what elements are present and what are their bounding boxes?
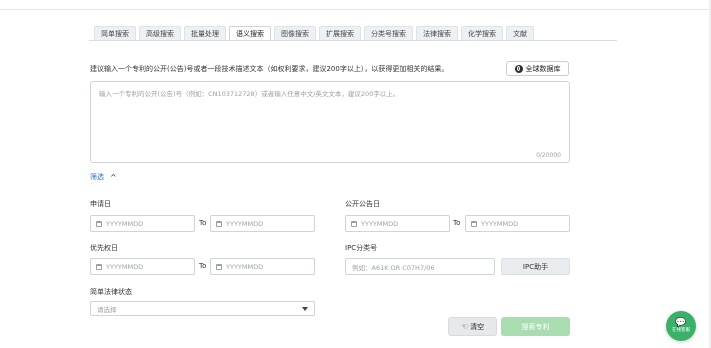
legal-status-label: 简单法律状态 xyxy=(90,288,132,296)
tab-classification-search[interactable]: 分类号搜索 xyxy=(364,26,413,40)
apply-date-to-input[interactable]: YYYYMMDD xyxy=(210,215,315,232)
semantic-query-textarea[interactable]: 输入一个专利的公开(公告)号（例如：CN103712728）或者输入任意中文/英… xyxy=(90,81,570,163)
pub-date-from-placeholder: YYYYMMDD xyxy=(361,219,399,228)
tab-chemical-search[interactable]: 化学搜索 xyxy=(461,26,503,40)
global-database-button[interactable]: 全球数据库 xyxy=(506,61,569,76)
chat-bubble-icon: 💬 xyxy=(675,317,687,328)
search-hint: 建议输入一个专利的公开(公告)号或者一段技术描述文本（如权利要求，建议200字以… xyxy=(90,65,449,73)
calendar-icon xyxy=(216,263,222,270)
pub-date-to-text: To xyxy=(453,219,461,227)
hand-cursor-icon: ☜ xyxy=(460,322,469,331)
priority-date-to-text: To xyxy=(199,262,207,270)
calendar-icon xyxy=(216,220,222,227)
legal-status-select[interactable]: 请选择 xyxy=(90,301,315,316)
char-counter: 0/20000 xyxy=(536,152,561,159)
clear-button-label: 清空 xyxy=(470,322,485,331)
clear-button[interactable]: ☜ 清空 xyxy=(448,317,497,336)
top-bar xyxy=(0,0,711,10)
tab-image-search[interactable]: 图像搜索 xyxy=(274,26,316,40)
online-service-button[interactable]: 💬 在线客服 xyxy=(666,311,696,341)
textarea-placeholder: 输入一个专利的公开(公告)号（例如：CN103712728）或者输入任意中文/英… xyxy=(99,90,400,98)
online-service-label: 在线客服 xyxy=(672,327,690,333)
calendar-icon xyxy=(471,220,477,227)
filter-label: 筛选 xyxy=(90,173,104,181)
priority-date-from-input[interactable]: YYYYMMDD xyxy=(90,258,195,275)
pub-date-to-placeholder: YYYYMMDD xyxy=(481,219,519,228)
tab-batch[interactable]: 批量处理 xyxy=(184,26,226,40)
ipc-label: IPC分类号 xyxy=(345,244,378,252)
chevron-up-icon: ^ xyxy=(110,172,117,182)
global-database-label: 全球数据库 xyxy=(525,64,561,73)
tab-literature[interactable]: 文献 xyxy=(506,26,534,40)
apply-date-from-input[interactable]: YYYYMMDD xyxy=(90,215,195,232)
tab-extended-search[interactable]: 扩展搜索 xyxy=(319,26,361,40)
globe-icon xyxy=(514,64,523,73)
pub-date-to-input[interactable]: YYYYMMDD xyxy=(465,215,570,232)
tab-legal-search[interactable]: 法律搜索 xyxy=(416,26,458,40)
priority-date-to-input[interactable]: YYYYMMDD xyxy=(210,258,315,275)
pub-date-from-input[interactable]: YYYYMMDD xyxy=(345,215,450,232)
pub-date-label: 公开公告日 xyxy=(345,200,380,208)
priority-date-to-placeholder: YYYYMMDD xyxy=(226,262,264,271)
ipc-input[interactable]: 例如：A61K OR C07H7/06 xyxy=(345,258,495,275)
legal-status-placeholder: 请选择 xyxy=(97,305,117,314)
priority-date-from-placeholder: YYYYMMDD xyxy=(106,262,144,271)
ipc-placeholder: 例如：A61K OR C07H7/06 xyxy=(352,263,435,272)
filter-toggle[interactable]: 筛选 ^ xyxy=(90,172,117,182)
priority-date-label: 优先权日 xyxy=(90,244,118,252)
apply-date-from-placeholder: YYYYMMDD xyxy=(106,219,144,228)
calendar-icon xyxy=(351,220,357,227)
ipc-helper-button[interactable]: IPC助手 xyxy=(501,258,570,275)
tab-simple-search[interactable]: 简单搜索 xyxy=(94,26,136,40)
calendar-icon xyxy=(96,263,102,270)
search-type-tabs: 简单搜索 高级搜索 批量处理 语义搜索 图像搜索 扩展搜索 分类号搜索 法律搜索… xyxy=(94,26,534,40)
apply-date-to-text: To xyxy=(199,219,207,227)
apply-date-to-placeholder: YYYYMMDD xyxy=(226,219,264,228)
apply-date-label: 申请日 xyxy=(90,200,111,208)
search-patent-button[interactable]: 搜索专利 xyxy=(501,317,570,336)
tabs-divider xyxy=(89,40,617,41)
calendar-icon xyxy=(96,220,102,227)
tab-semantic-search[interactable]: 语义搜索 xyxy=(229,26,271,40)
tab-advanced-search[interactable]: 高级搜索 xyxy=(139,26,181,40)
caret-down-icon xyxy=(302,306,308,311)
